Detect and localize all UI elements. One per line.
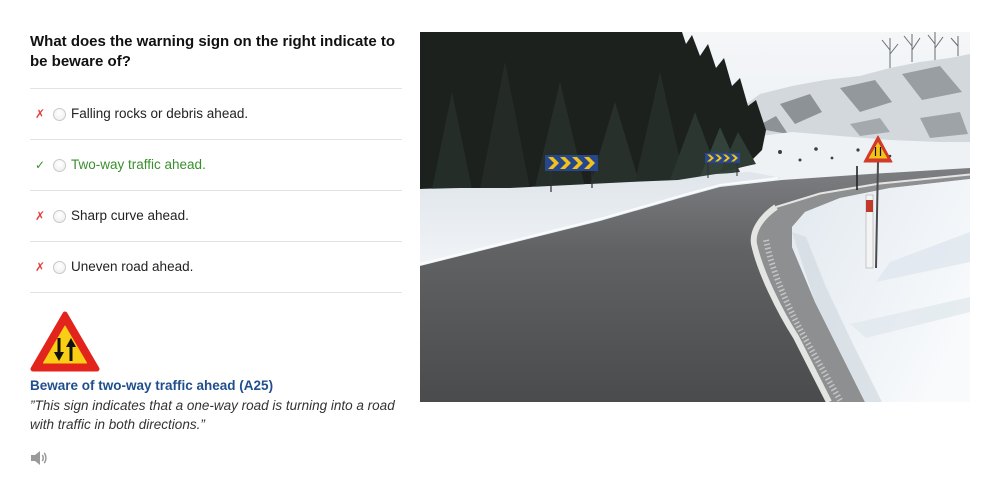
answer-option-label[interactable]: Sharp curve ahead. (71, 207, 189, 225)
answer-option-3[interactable]: ✗ Sharp curve ahead. (30, 190, 402, 241)
speaker-icon[interactable] (30, 450, 48, 466)
radio-button[interactable] (53, 209, 66, 223)
x-mark-icon: ✗ (35, 260, 46, 274)
answer-explanation: Beware of two-way traffic ahead (A25) ”T… (30, 311, 402, 466)
quiz-page: What does the warning sign on the right … (0, 0, 995, 496)
answer-options: ✗ Falling rocks or debris ahead. ✓ Two-w… (30, 88, 402, 293)
radio-button[interactable] (53, 260, 66, 274)
x-mark-icon: ✗ (35, 209, 46, 223)
radio-button[interactable] (53, 158, 66, 172)
answer-option-label[interactable]: Uneven road ahead. (71, 258, 193, 276)
answer-option-4[interactable]: ✗ Uneven road ahead. (30, 241, 402, 293)
radio-button[interactable] (53, 107, 66, 121)
answer-option-2[interactable]: ✓ Two-way traffic ahead. (30, 139, 402, 190)
question-text: What does the warning sign on the right … (30, 33, 396, 70)
answer-option-label[interactable]: Falling rocks or debris ahead. (71, 105, 248, 123)
question-photo (420, 32, 970, 402)
sign-title: Beware of two-way traffic ahead (A25) (30, 378, 274, 393)
sign-description: ”This sign indicates that a one-way road… (30, 398, 395, 432)
question-panel: What does the warning sign on the right … (30, 32, 402, 466)
answer-option-label[interactable]: Two-way traffic ahead. (71, 156, 206, 174)
x-mark-icon: ✗ (35, 107, 46, 121)
road-marker-post (865, 194, 874, 269)
two-way-traffic-warning-sign-icon (30, 311, 100, 372)
answer-option-1[interactable]: ✗ Falling rocks or debris ahead. (30, 88, 402, 139)
check-mark-icon: ✓ (35, 158, 46, 172)
